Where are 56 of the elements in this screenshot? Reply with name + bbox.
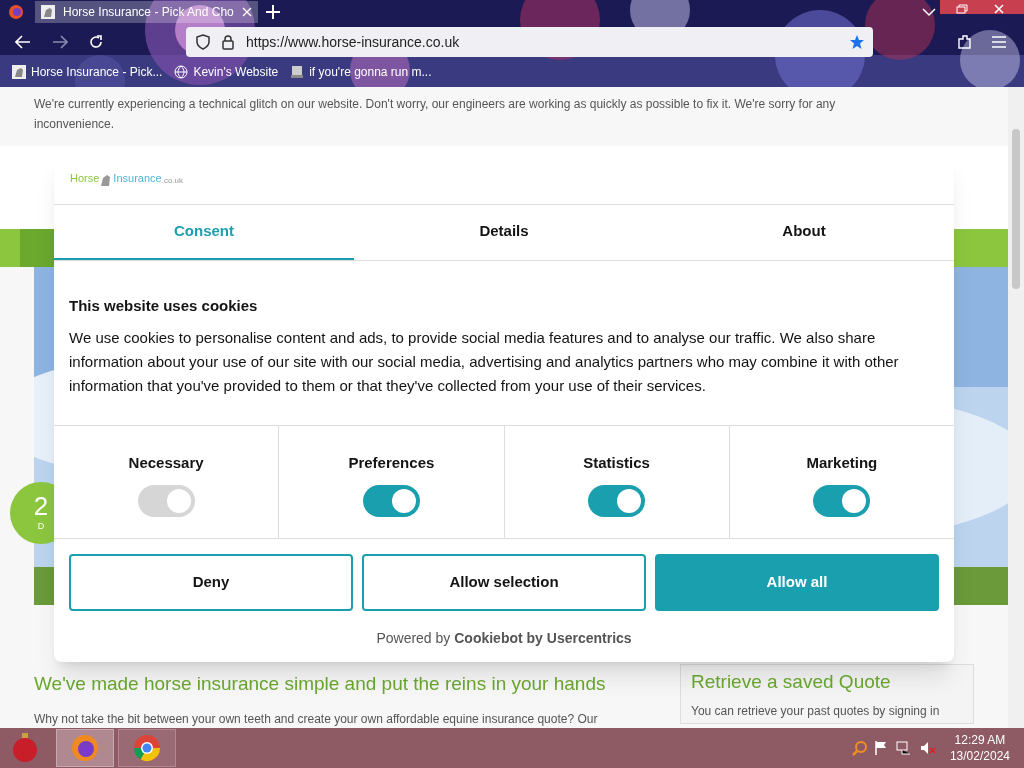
dialog-tab[interactable]: About xyxy=(654,205,954,260)
globe-icon xyxy=(174,65,189,79)
toggle-switch[interactable] xyxy=(362,484,420,517)
badge-text: D xyxy=(37,520,45,534)
scrollbar[interactable] xyxy=(1008,87,1024,728)
bookmark[interactable]: Kevin's Website xyxy=(174,63,279,81)
section-heading: We've made horse insurance simple and put the reins in your hands xyxy=(34,671,607,696)
category-label: Necessary xyxy=(128,453,204,473)
taskbar-button[interactable] xyxy=(118,729,176,767)
flag-icon[interactable] xyxy=(873,740,888,756)
notice-text: We're currently experiencing a technical glitch on our website. Don't worry, our engineers are working as quickly as possible to fix it. We're sorry for any inconvenience. xyxy=(34,96,837,133)
taskbar-button[interactable] xyxy=(56,729,114,767)
shield-icon[interactable] xyxy=(196,34,210,50)
fox-icon xyxy=(71,734,99,762)
dialog-button[interactable]: Allow selection xyxy=(362,554,646,611)
panel-text: You can retrieve your past quotes by signing in xyxy=(691,703,941,720)
panel-title: Retrieve a saved Quote xyxy=(691,669,892,694)
lock-icon[interactable] xyxy=(222,34,234,50)
close-icon[interactable] xyxy=(994,4,1004,14)
forward-icon xyxy=(52,35,68,49)
url-text: https://www.horse-insurance.co.uk xyxy=(246,32,460,52)
fox-icon[interactable] xyxy=(8,4,24,20)
star-icon[interactable] xyxy=(849,34,865,50)
close-tab-icon[interactable] xyxy=(242,7,252,17)
menu-icon[interactable] xyxy=(992,36,1006,48)
browser-tab[interactable]: Horse Insurance - Pick And Cho xyxy=(35,1,258,23)
dialog-button[interactable]: Deny xyxy=(69,554,353,611)
dialog-text: We use cookies to personalise content and ads, to provide social media features and to analyse our traffic. We also share information about your use of our site with our social media, advertising and analytics partners who may combine it with other information that you've provided to them or that they've collected from your use of their services. xyxy=(69,327,900,396)
page-icon xyxy=(12,65,26,79)
new-tab-icon[interactable] xyxy=(266,5,280,19)
toggle-switch[interactable] xyxy=(588,484,646,517)
muted-speaker-icon[interactable] xyxy=(919,740,936,756)
page-icon xyxy=(41,5,55,19)
address-bar[interactable]: https://www.horse-insurance.co.uk xyxy=(186,27,873,57)
badge-number: 2 xyxy=(33,492,49,521)
reload-icon[interactable] xyxy=(88,34,104,50)
dialog-heading: This website uses cookies xyxy=(69,296,259,316)
dialog-tab[interactable]: Details xyxy=(354,205,654,260)
network-icon[interactable] xyxy=(895,740,912,756)
chevron-down-icon[interactable] xyxy=(922,7,936,17)
ornament-icon[interactable] xyxy=(12,733,38,763)
clock-time[interactable]: 12:29 AM xyxy=(954,732,1006,748)
intro-text: Why not take the bit between your own teeth and create your own affordable equine insurance quote? Our xyxy=(34,711,599,728)
category-label: Marketing xyxy=(806,453,878,473)
powered-by-text: Powered by Cookiebot by Usercentrics xyxy=(375,629,633,648)
restore-icon[interactable] xyxy=(956,4,968,14)
chrome-icon xyxy=(133,734,161,762)
clock-date[interactable]: 13/02/2024 xyxy=(949,748,1010,764)
toggle-switch[interactable] xyxy=(813,484,871,517)
back-icon[interactable] xyxy=(15,35,31,49)
computer-icon xyxy=(290,65,305,79)
bookmark[interactable]: Horse Insurance - Pick... xyxy=(12,63,163,81)
category-label: Preferences xyxy=(348,453,435,473)
extensions-icon[interactable] xyxy=(957,34,973,50)
category-label: Statistics xyxy=(583,453,650,473)
bookmark[interactable]: if you're gonna run m... xyxy=(290,63,432,81)
